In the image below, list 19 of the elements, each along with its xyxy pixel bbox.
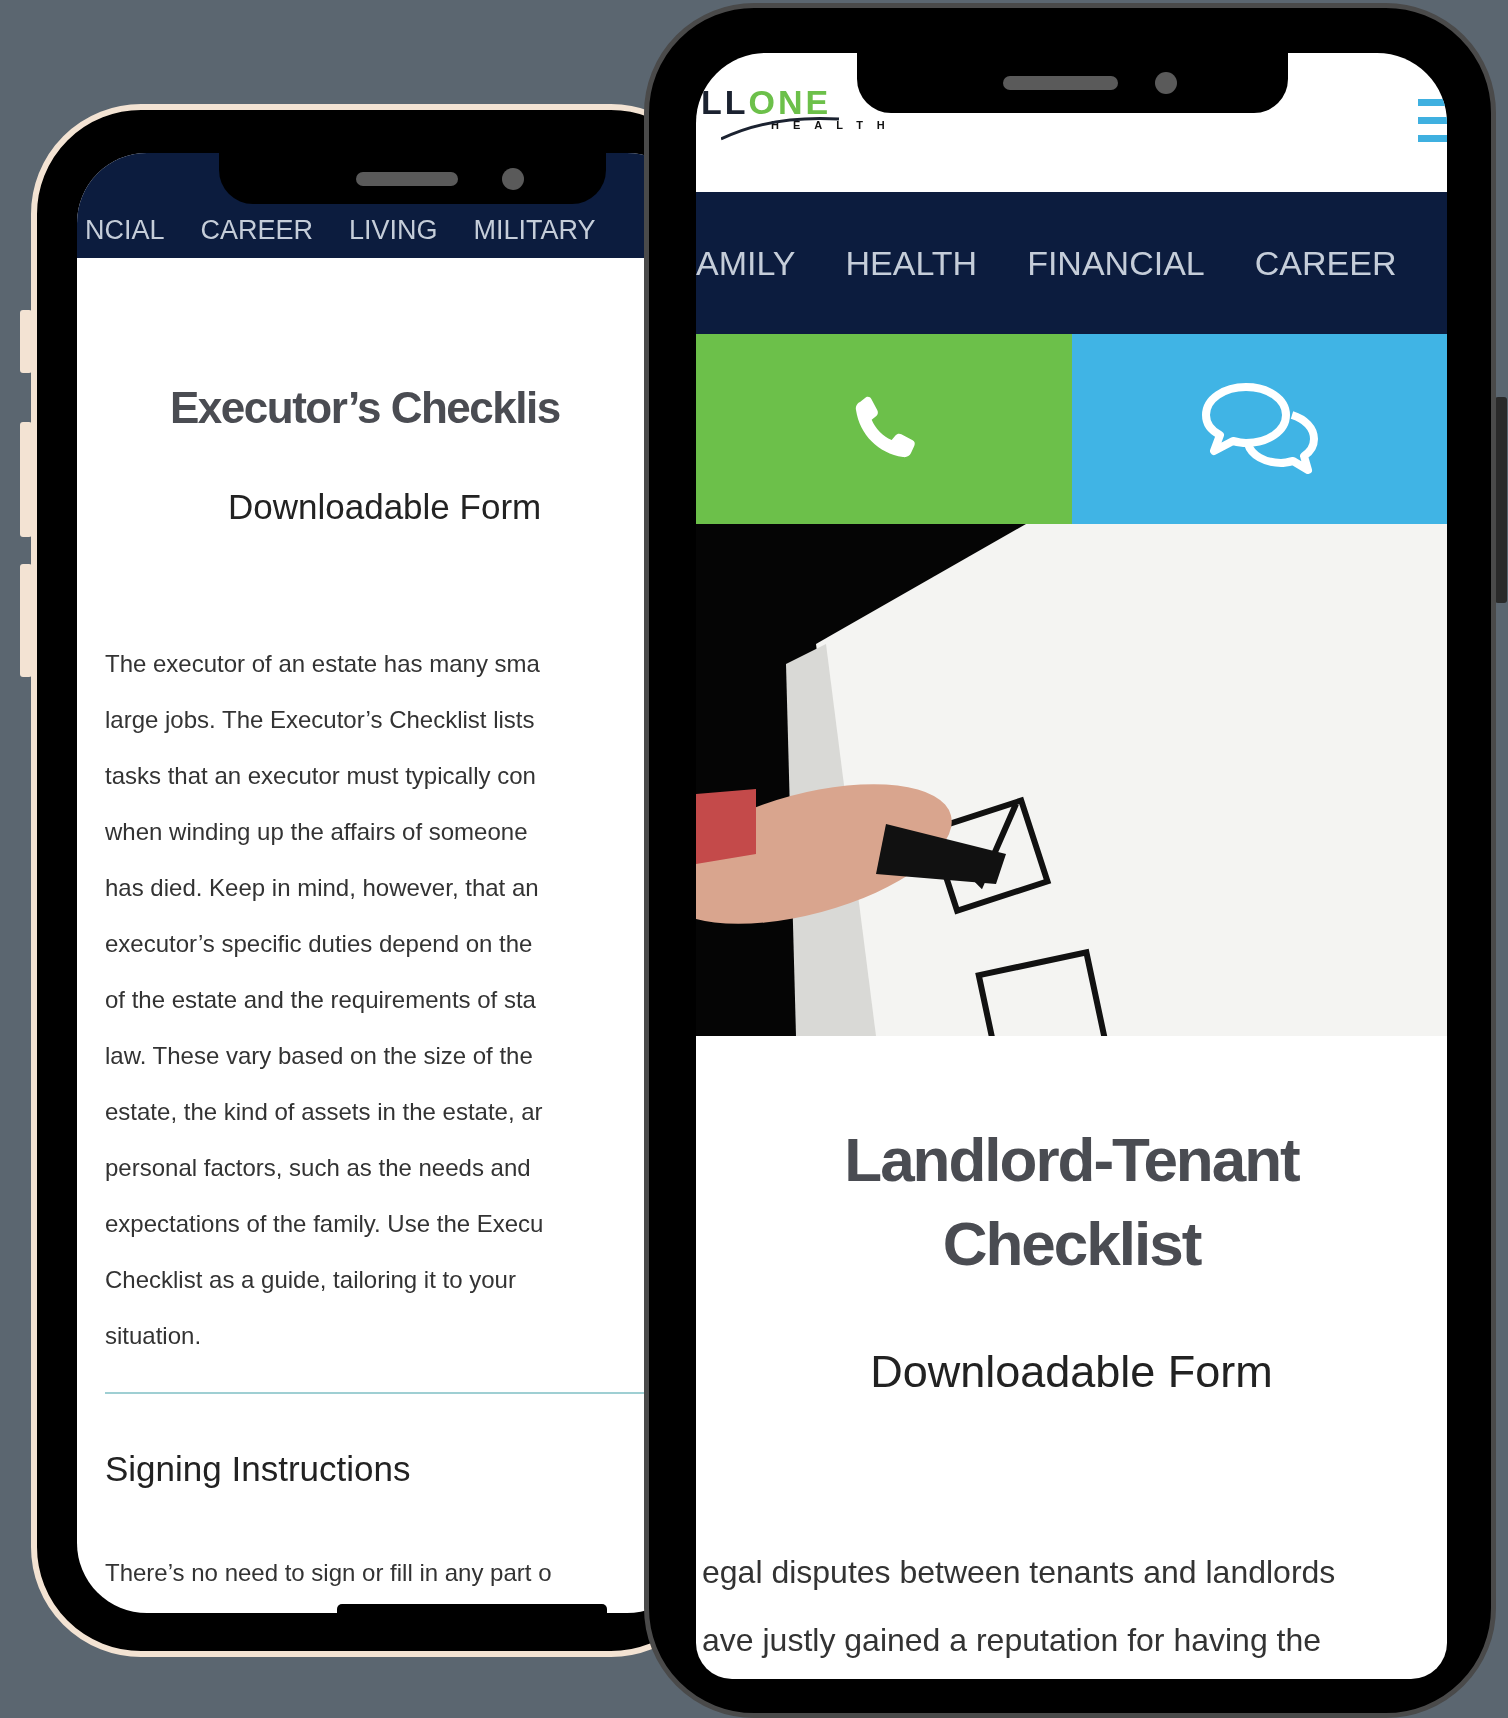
section-heading: Signing Instructions xyxy=(105,1448,411,1490)
chat-icon xyxy=(1199,381,1320,477)
nav-link[interactable]: FINANCIAL xyxy=(1027,243,1205,283)
chat-button[interactable] xyxy=(1072,334,1447,524)
section-text: There’s no need to sign or fill in any part o xyxy=(105,1558,552,1588)
menu-icon[interactable] xyxy=(1418,99,1447,142)
page-subtitle: Downloadable Form xyxy=(228,486,542,528)
nav-link[interactable]: MILITARY xyxy=(473,215,596,246)
nav-link[interactable]: LIVING xyxy=(349,215,438,246)
nav-link[interactable]: HEALTH xyxy=(845,243,978,283)
page-title: Landlord-Tenant Checklist xyxy=(843,1124,1301,1280)
page-title: Executor’s Checklis xyxy=(170,382,560,434)
body-paragraph: egal disputes between tenants and landlords ave justly gained a reputation for having the xyxy=(701,1553,1337,1660)
nav-link[interactable]: CAREER xyxy=(200,215,314,246)
body-paragraph: The executor of an estate has many sma large jobs. The Executor’s Checklist lists tasks that an executor must typically con when winding up the affairs of someone has died. Keep in mind, however, that an executor’s specific duties depend on the of the estate and the requirements of sta law. These vary based on the size of the estate, the kind of assets in the estate, ar personal factors, such as the needs and expectations of the family. Use the Execu Checklist as a guide, tailoring it to your situation. xyxy=(105,649,544,1351)
nav-link[interactable]: AMILY xyxy=(696,243,796,283)
page-subtitle: Downloadable Form xyxy=(869,1345,1274,1399)
nav-link[interactable]: NCIAL xyxy=(85,215,165,246)
nav-link[interactable]: CAREER xyxy=(1254,243,1397,283)
